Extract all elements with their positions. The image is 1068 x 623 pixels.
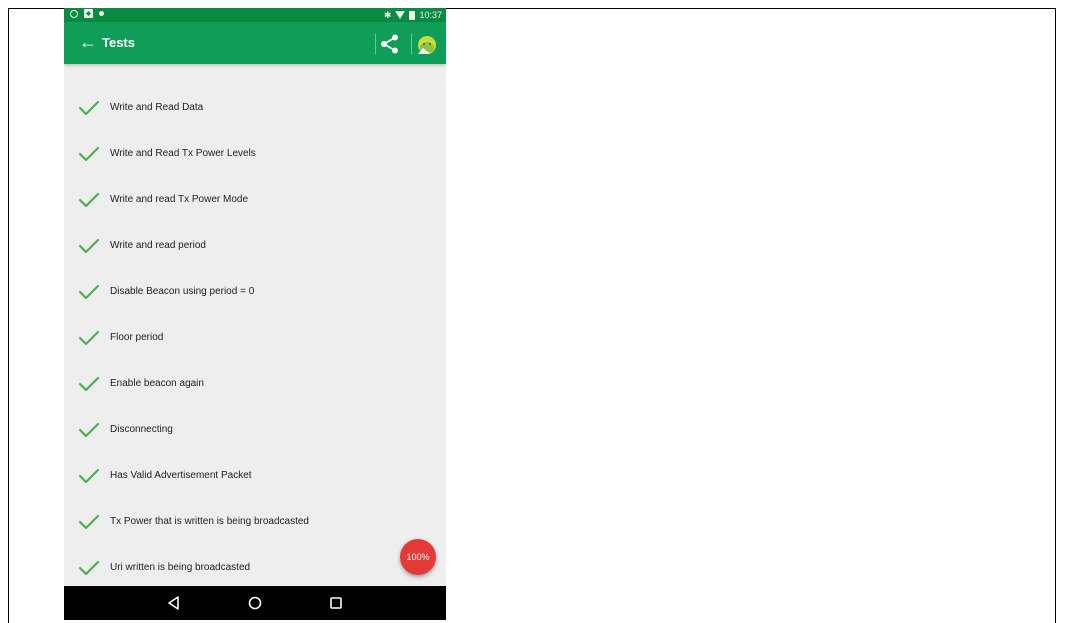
check-icon [78,192,100,208]
test-label: Disconnecting [110,424,173,435]
status-bar: ✱ 10:37 [64,8,446,22]
test-label: Floor period [110,332,164,343]
check-icon [78,146,100,162]
list-item: Has Valid Advertisement Packet [64,453,446,499]
list-item: Floor period [64,315,446,361]
android-icon [418,36,436,54]
wifi-icon [395,11,406,19]
list-item: Write and read period [64,223,446,269]
list-item: Write and read Tx Power Mode [64,177,446,223]
check-icon [78,514,100,530]
check-icon [78,330,100,346]
list-item: Disable Beacon using period = 0 [64,269,446,315]
status-time: 10:37 [419,10,442,20]
test-label: Write and read Tx Power Mode [110,194,249,205]
check-icon [78,468,100,484]
check-icon [78,560,100,576]
bluetooth-icon: ✱ [383,10,392,20]
android-button[interactable] [411,33,440,55]
back-triangle-icon[interactable] [165,594,183,612]
check-icon [78,284,100,300]
check-icon [78,422,100,438]
list-item: Uri written is being broadcasted [64,545,446,591]
test-label: Write and Read Data [110,102,204,113]
share-button[interactable] [375,33,404,55]
test-label: Has Valid Advertisement Packet [110,470,252,481]
test-label: Disable Beacon using period = 0 [110,286,255,297]
check-icon [78,100,100,116]
share-icon [381,34,398,54]
phone-screen: ✱ 10:37 ← Tests Write and Read Data Writ… [64,8,446,620]
test-label: Tx Power that is written is being broadc… [110,516,309,527]
list-item: Write and Read Data [64,85,446,131]
test-label: Uri written is being broadcasted [110,562,251,573]
home-circle-icon[interactable] [246,594,264,612]
test-label: Write and Read Tx Power Levels [110,148,256,159]
check-icon [78,238,100,254]
list-item: Tx Power that is written is being broadc… [64,499,446,545]
recents-square-icon[interactable] [327,594,345,612]
list-item: Write and Read Tx Power Levels [64,131,446,177]
list-item: Disconnecting [64,407,446,453]
search-icon [70,9,78,18]
arrow-back-icon[interactable]: ← [79,32,97,52]
battery-icon [409,10,416,20]
progress-fab[interactable]: 100% [400,539,436,575]
test-label: Enable beacon again [110,378,204,389]
list-item: Enable beacon again [64,361,446,407]
app-bar: ← Tests [64,22,446,64]
navigation-bar [64,586,446,620]
location-icon [99,11,104,16]
check-icon [78,376,100,392]
page-title: Tests [102,35,135,50]
test-label: Write and read period [110,240,206,251]
notification-icon [84,9,93,18]
